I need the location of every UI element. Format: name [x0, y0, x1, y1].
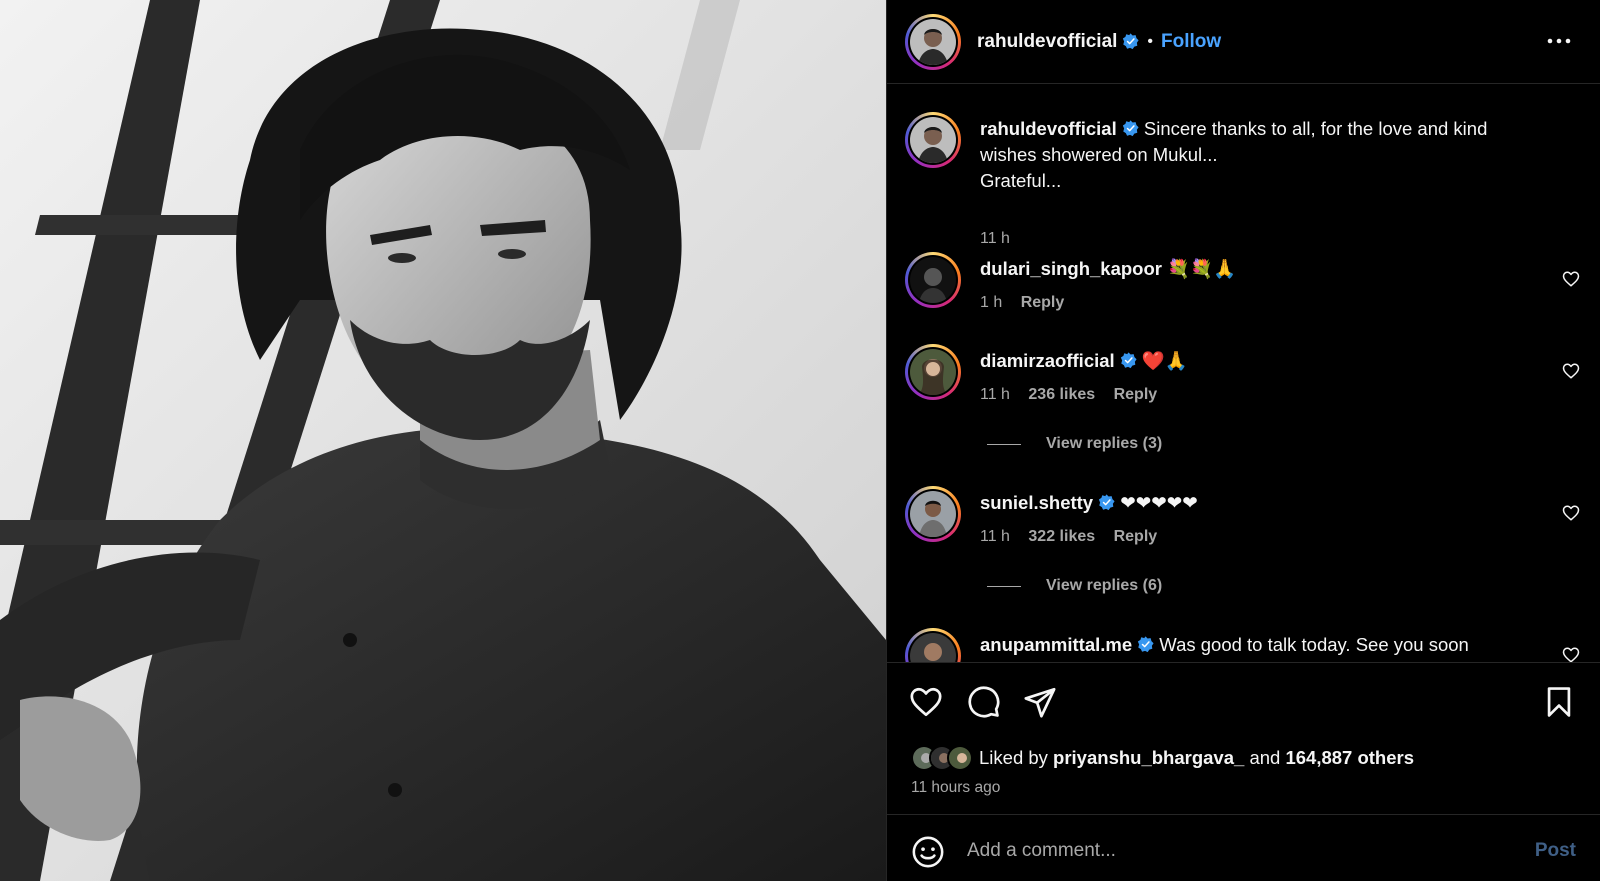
- liker-avatar: [947, 745, 973, 771]
- comment-avatar[interactable]: [905, 252, 961, 308]
- view-replies-button[interactable]: View replies (3): [987, 435, 1162, 453]
- post-actions: Liked by priyanshu_bhargava_ and 164,887…: [887, 662, 1600, 800]
- post-header: rahuldevofficial • Follow: [887, 0, 1600, 84]
- verified-badge-icon: [1098, 494, 1115, 511]
- comment-time[interactable]: 1 h: [980, 294, 1002, 311]
- comment-like-heart-icon[interactable]: [1562, 504, 1580, 522]
- comment-username[interactable]: diamirzaofficial: [980, 350, 1115, 371]
- comment-avatar[interactable]: [905, 486, 961, 542]
- comment-meta: 1 h Reply: [980, 294, 1078, 312]
- comment-input[interactable]: [967, 832, 1487, 870]
- comment-like-heart-icon[interactable]: [1562, 646, 1580, 662]
- likes-others-count[interactable]: 164,887 others: [1285, 747, 1414, 768]
- comment-avatar[interactable]: [905, 628, 961, 662]
- caption-avatar[interactable]: [905, 112, 961, 168]
- bookmark-icon[interactable]: [1542, 685, 1576, 719]
- emoji-icon[interactable]: [911, 835, 945, 869]
- view-replies-label: View replies (3): [1046, 435, 1163, 452]
- portrait-illustration: [0, 0, 886, 881]
- comment-like-heart-icon[interactable]: [1562, 362, 1580, 380]
- heart-icon[interactable]: [909, 685, 943, 719]
- comment-time[interactable]: 11 h: [980, 528, 1010, 545]
- post-comment-button[interactable]: Post: [1535, 840, 1576, 862]
- comment-body: Was good to talk today. See you soon: [1159, 634, 1469, 655]
- verified-badge-icon: [1138, 636, 1154, 653]
- more-options-icon[interactable]: [1546, 28, 1572, 54]
- view-replies-line: [987, 443, 1021, 445]
- reply-button[interactable]: Reply: [1114, 386, 1158, 403]
- comment-composer: Post: [887, 814, 1600, 881]
- comment-username[interactable]: dulari_singh_kapoor: [980, 258, 1162, 279]
- caption-item: rahuldevofficial Sincere thanks to all, …: [905, 112, 1600, 247]
- caption-line-3: Grateful...: [980, 170, 1062, 191]
- comment-like-heart-icon[interactable]: [1562, 270, 1580, 288]
- likes-middle: and: [1249, 747, 1281, 768]
- likes-prefix: Liked by: [979, 747, 1048, 768]
- post-timestamp[interactable]: 11 hours ago: [911, 779, 1000, 797]
- likes-text: Liked by priyanshu_bhargava_ and 164,887…: [979, 747, 1414, 769]
- verified-badge-icon: [1120, 352, 1137, 369]
- caption-username[interactable]: rahuldevofficial: [980, 118, 1117, 139]
- post-image[interactable]: [0, 0, 886, 881]
- comment-username[interactable]: anupammittal.me: [980, 634, 1132, 655]
- comment-text: diamirzaofficial ❤️🙏: [980, 348, 1520, 374]
- comment-text: suniel.shetty ❤❤❤❤❤: [980, 490, 1520, 516]
- comment-icon[interactable]: [967, 685, 1001, 719]
- caption-time[interactable]: 11 h: [980, 230, 1010, 247]
- verified-badge-icon: [1123, 33, 1139, 50]
- verified-badge-icon: [1122, 120, 1139, 137]
- comment-body: 💐💐🙏: [1167, 258, 1237, 279]
- likes-summary[interactable]: Liked by priyanshu_bhargava_ and 164,887…: [911, 745, 1414, 771]
- comment-time[interactable]: 11 h: [980, 386, 1010, 403]
- caption-text: rahuldevofficial Sincere thanks to all, …: [980, 116, 1520, 194]
- reply-button[interactable]: Reply: [1114, 528, 1158, 545]
- view-replies-button[interactable]: View replies (6): [987, 577, 1162, 595]
- comment-text: dulari_singh_kapoor 💐💐🙏: [980, 256, 1520, 282]
- comment-item: diamirzaofficial ❤️🙏 11 h 236 likes Repl…: [905, 344, 1600, 424]
- author-username[interactable]: rahuldevofficial: [977, 31, 1117, 53]
- caption-line-2: wishes showered on Mukul...: [980, 144, 1218, 165]
- comment-body: ❤❤❤❤❤: [1120, 492, 1198, 513]
- liker-username[interactable]: priyanshu_bhargava_: [1053, 747, 1244, 768]
- reply-button[interactable]: Reply: [1021, 294, 1065, 311]
- view-replies-line: [987, 585, 1021, 587]
- comments-list[interactable]: rahuldevofficial Sincere thanks to all, …: [887, 84, 1600, 662]
- share-icon[interactable]: [1023, 685, 1057, 719]
- comment-avatar[interactable]: [905, 344, 961, 400]
- caption-meta: 11 h: [980, 230, 1024, 248]
- comment-item: anupammittal.me Was good to talk today. …: [905, 628, 1600, 662]
- comment-username[interactable]: suniel.shetty: [980, 492, 1093, 513]
- comment-item: suniel.shetty ❤❤❤❤❤ 11 h 322 likes Reply: [905, 486, 1600, 566]
- header-separator: •: [1147, 32, 1154, 50]
- view-replies-label: View replies (6): [1046, 577, 1163, 594]
- author-avatar[interactable]: [905, 13, 961, 70]
- comment-item: dulari_singh_kapoor 💐💐🙏 1 h Reply: [905, 252, 1600, 332]
- comment-body: ❤️🙏: [1141, 350, 1188, 371]
- comment-likes-count[interactable]: 322 likes: [1028, 528, 1095, 545]
- caption-line-1: Sincere thanks to all, for the love and …: [1143, 118, 1488, 139]
- comment-likes-count[interactable]: 236 likes: [1028, 386, 1095, 403]
- follow-button[interactable]: Follow: [1161, 31, 1221, 53]
- comment-meta: 11 h 322 likes Reply: [980, 528, 1171, 546]
- comment-text: anupammittal.me Was good to talk today. …: [980, 632, 1520, 658]
- comment-meta: 11 h 236 likes Reply: [980, 386, 1171, 404]
- post-details-panel: rahuldevofficial • Follow rahuldevoffici…: [886, 0, 1600, 881]
